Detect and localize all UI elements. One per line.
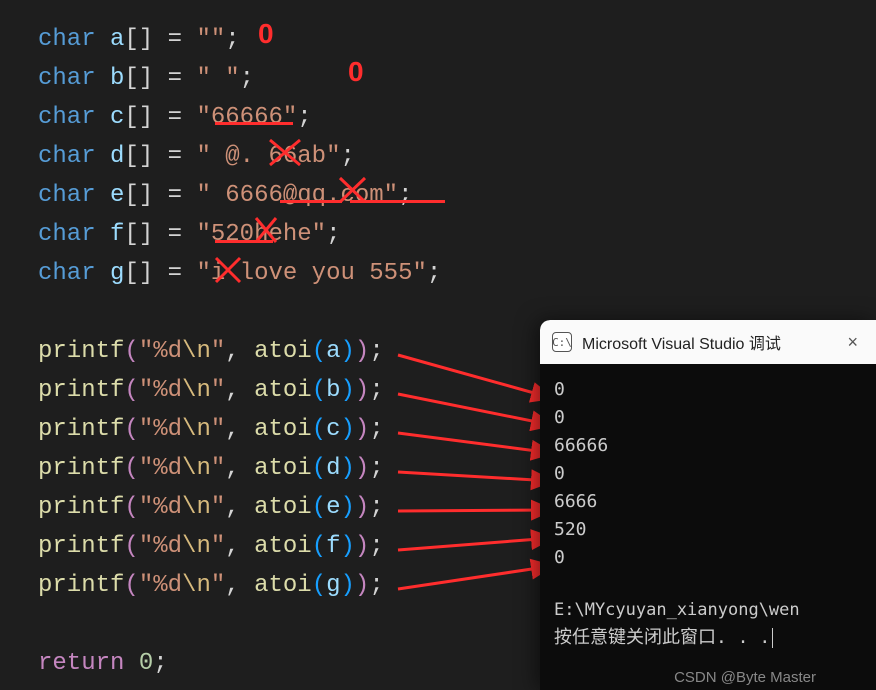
- console-prompt: 按任意键关闭此窗口. . .: [554, 624, 862, 652]
- code-line: char g[] = "i love you 555";: [38, 254, 876, 293]
- code-line: char f[] = "520hehe";: [38, 215, 876, 254]
- code-line: char b[] = " ";: [38, 59, 876, 98]
- console-title: Microsoft Visual Studio 调试: [582, 330, 831, 354]
- code-line: char a[] = "";: [38, 20, 876, 59]
- close-icon[interactable]: ×: [841, 330, 864, 355]
- code-line: char d[] = " @. 66ab";: [38, 137, 876, 176]
- console-line: 0: [554, 544, 862, 572]
- console-line: 520: [554, 516, 862, 544]
- console-path: E:\MYcyuyan_xianyong\wen: [554, 596, 862, 624]
- console-icon: C:\: [552, 332, 572, 352]
- code-line: char c[] = "66666";: [38, 98, 876, 137]
- console-output[interactable]: 0 0 66666 0 6666 520 0 E:\MYcyuyan_xiany…: [540, 364, 876, 664]
- console-line: 6666: [554, 488, 862, 516]
- console-line: 0: [554, 404, 862, 432]
- debug-console-window: C:\ Microsoft Visual Studio 调试 × 0 0 666…: [540, 320, 876, 690]
- console-titlebar[interactable]: C:\ Microsoft Visual Studio 调试 ×: [540, 320, 876, 364]
- code-line: char e[] = " 6666@qq.com";: [38, 176, 876, 215]
- console-line: 66666: [554, 432, 862, 460]
- watermark: CSDN @Byte Master: [674, 669, 816, 686]
- text-cursor: [772, 628, 773, 648]
- console-line: 0: [554, 376, 862, 404]
- console-line: 0: [554, 460, 862, 488]
